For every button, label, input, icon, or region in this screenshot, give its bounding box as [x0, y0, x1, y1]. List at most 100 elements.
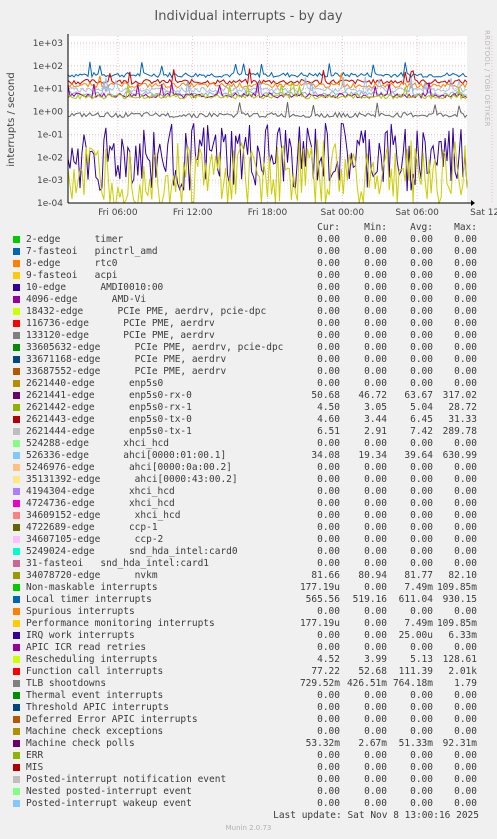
legend-label: 526336-edge ahci[0000:01:00.1]: [26, 450, 227, 461]
legend-row: 33687552-edge PCIe PME, aerdrv 0.00 0.00 0.…: [0, 366, 497, 378]
legend-label: 2621443-edge enp5s0-tx-0: [26, 414, 192, 425]
legend-label: Nested posted-interrupt event: [26, 786, 192, 797]
legend-label: 5246976-edge ahci[0000:0a:00.2]: [26, 462, 232, 473]
legend-swatch: [13, 344, 20, 351]
legend-row: 34609152-edge xhci_hcd 0.00 0.00 0.00 0.00: [0, 510, 497, 522]
legend-max-value: 0.00: [454, 606, 477, 617]
legend-label: Function call interrupts: [26, 666, 164, 677]
legend-max-value: 0.00: [454, 534, 477, 545]
legend-row: Deferred Error APIC interrupts 0.00 0.00 0.…: [0, 714, 497, 726]
x-tick-label: Sat 06:00: [395, 208, 439, 218]
legend-label: 10-edge AMDI0010:00: [26, 282, 164, 293]
legend-row: 10-edge AMDI0010:00 0.00 0.00 0.00 0.00: [0, 282, 497, 294]
legend-label: Posted-interrupt notification event: [26, 774, 227, 785]
legend-label: 2621444-edge enp5s0-tx-1: [26, 426, 192, 437]
legend-swatch: [13, 584, 20, 591]
legend-swatch: [13, 668, 20, 675]
legend-row: 34607105-edge ccp-2 0.00 0.00 0.00 0.00: [0, 534, 497, 546]
legend-max-value: 0.00: [454, 702, 477, 713]
legend-row: 34078720-edge nvkm 81.66 80.94 81.77 82.10: [0, 570, 497, 582]
legend-row: APIC ICR read retries 0.00 0.00 0.00 0.00: [0, 642, 497, 654]
legend-max-value: 0.00: [454, 714, 477, 725]
legend-max-value: 930.15: [442, 594, 477, 605]
legend-row: TLB shootdowns 729.52m 426.51m 764.18m 1.79: [0, 678, 497, 690]
legend-max-value: 0.00: [454, 438, 477, 449]
legend-swatch: [13, 368, 20, 375]
y-tick-label: 1e-02: [37, 153, 63, 163]
legend-label: 4724736-edge xhci_hcd: [26, 498, 175, 509]
legend-max-value: 128.61: [442, 654, 477, 665]
legend-swatch: [13, 704, 20, 711]
legend-swatch: [13, 416, 20, 423]
legend-swatch: [13, 644, 20, 651]
y-tick-label: 1e-03: [37, 176, 63, 186]
legend-max-value: 1.79: [454, 678, 477, 689]
legend-row: 2-edge timer 0.00 0.00 0.00 0.00: [0, 234, 497, 246]
legend-label: 5249024-edge snd_hda_intel:card0: [26, 546, 238, 557]
legend-label: Rescheduling interrupts: [26, 654, 158, 665]
y-tick-label: 1e+01: [33, 85, 63, 95]
x-tick-label: Fri 12:00: [173, 208, 213, 218]
legend-row: 31-fasteoi snd_hda_intel:card1 0.00 0.00 0.…: [0, 558, 497, 570]
legend-swatch: [13, 272, 20, 279]
legend-row: 4194304-edge xhci_hcd 0.00 0.00 0.00 0.00: [0, 486, 497, 498]
legend-label: 34609152-edge xhci_hcd: [26, 510, 181, 521]
legend-label: TLB shootdowns: [26, 678, 107, 689]
y-tick-label: 1e+02: [33, 62, 63, 72]
legend-max-value: 82.10: [448, 570, 477, 581]
legend-row: Machine check exceptions 0.00 0.00 0.00 0.00: [0, 726, 497, 738]
legend-label: 31-fasteoi snd_hda_intel:card1: [26, 558, 210, 569]
legend-swatch: [13, 236, 20, 243]
legend-label: Machine check polls: [26, 738, 135, 749]
legend-swatch: [13, 776, 20, 783]
legend-label: 7-fasteoi pinctrl_amd: [26, 246, 158, 257]
legend-row: Thermal event interrupts 0.00 0.00 0.00 0.00: [0, 690, 497, 702]
legend-swatch: [13, 356, 20, 363]
legend-row: 9-fasteoi acpi 0.00 0.00 0.00 0.00: [0, 270, 497, 282]
legend-label: Non-maskable interrupts: [26, 582, 158, 593]
legend-label: 2621441-edge enp5s0-rx-0: [26, 390, 192, 401]
legend-swatch: [13, 728, 20, 735]
legend-row: 116736-edge PCIe PME, aerdrv 0.00 0.00 0.00…: [0, 318, 497, 330]
legend-swatch: [13, 284, 20, 291]
legend-max-value: 630.99: [442, 450, 477, 461]
legend-swatch: [13, 464, 20, 471]
legend-header: Cur: Min: Avg: Max:: [0, 222, 497, 234]
legend-swatch: [13, 320, 20, 327]
legend-max-value: 0.00: [454, 774, 477, 785]
legend-row: 33605632-edge PCIe PME, aerdrv, pcie-dpc…: [0, 342, 497, 354]
legend-swatch: [13, 608, 20, 615]
legend-row: 2621443-edge enp5s0-tx-0 4.60 3.44 6.45 31.3…: [0, 414, 497, 426]
legend-max-value: 0.00: [454, 558, 477, 569]
legend-max-value: 0.00: [454, 246, 477, 257]
legend-swatch: [13, 428, 20, 435]
legend-max-value: 0.00: [454, 366, 477, 377]
legend-label: 34607105-edge ccp-2: [26, 534, 164, 545]
legend-swatch: [13, 296, 20, 303]
legend-swatch: [13, 260, 20, 267]
legend-label: Performance monitoring interrupts: [26, 618, 215, 629]
legend-label: 4722689-edge ccp-1: [26, 522, 158, 533]
legend-max-value: 0.00: [454, 306, 477, 317]
legend-max-value: 0.00: [454, 330, 477, 341]
legend-max-value: 0.00: [454, 378, 477, 389]
legend-label: Spurious interrupts: [26, 606, 135, 617]
legend-max-value: 0.00: [454, 786, 477, 797]
legend-swatch: [13, 488, 20, 495]
legend-max-value: 28.72: [448, 402, 477, 413]
legend-swatch: [13, 500, 20, 507]
legend-row: Spurious interrupts 0.00 0.00 0.00 0.00: [0, 606, 497, 618]
legend-max-value: 0.00: [454, 342, 477, 353]
legend-swatch: [13, 752, 20, 759]
y-tick-label: 1e-04: [37, 199, 63, 209]
legend-rows: 2-edge timer 0.00 0.00 0.00 0.00 7-fasteoi pi…: [0, 234, 497, 810]
legend-label: 9-fasteoi acpi: [26, 270, 118, 281]
legend-row: 2621442-edge enp5s0-rx-1 4.50 3.05 5.04 28.7…: [0, 402, 497, 414]
legend-label: Threshold APIC interrupts: [26, 702, 169, 713]
legend-row: 4096-edge AMD-Vi 0.00 0.00 0.00 0.00: [0, 294, 497, 306]
legend-max-value: 0.00: [454, 798, 477, 809]
legend-max-value: 0.00: [454, 726, 477, 737]
legend-row: 2621444-edge enp5s0-tx-1 6.51 2.91 7.42 289.…: [0, 426, 497, 438]
legend-swatch: [13, 512, 20, 519]
legend-label: 116736-edge PCIe PME, aerdrv: [26, 318, 215, 329]
